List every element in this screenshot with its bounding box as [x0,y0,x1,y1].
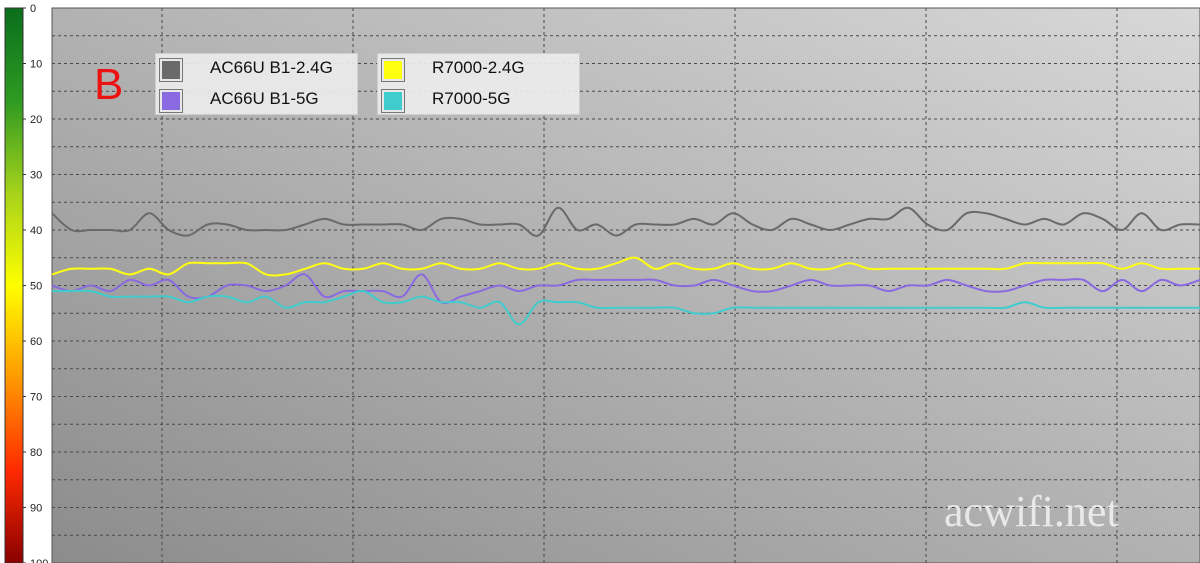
legend-column-2: R7000-2.4G R7000-5G [377,53,580,115]
y-tick-label: 40 [30,225,42,237]
watermark: acwifi.net [944,487,1119,536]
legend-entry: R7000-5G [378,85,579,115]
legend-label: AC66U B1-5G [210,89,319,108]
legend-column-1: AC66U B1-2.4G AC66U B1-5G [155,53,358,115]
legend-swatch [159,89,183,113]
legend-label: R7000-5G [432,89,511,108]
legend-label: R7000-2.4G [432,58,525,77]
legend-label: AC66U B1-2.4G [210,58,333,77]
y-tick-label: 70 [30,392,42,404]
y-tick-label: 50 [30,281,42,293]
legend-swatch [159,58,183,82]
y-tick-label: 0 [30,3,36,15]
legend-entry: AC66U B1-2.4G [156,54,357,84]
y-tick-label: 60 [30,336,42,348]
chart-stage: 0 10 20 30 40 50 60 70 80 90 100 B AC66U B1-2.4G A… [0,0,1200,563]
legend-entry: R7000-2.4G [378,54,579,84]
color-scale-bar [4,7,24,563]
y-tick-label: 100 [30,558,48,563]
y-tick-label: 90 [30,503,42,515]
legend-swatch [381,58,405,82]
y-tick-label: 10 [30,59,42,71]
legend-swatch [381,89,405,113]
y-tick-label: 30 [30,170,42,182]
y-tick-label: 80 [30,447,42,459]
y-tick-label: 20 [30,114,42,126]
legend-entry: AC66U B1-5G [156,85,357,115]
panel-label: B [94,60,124,109]
